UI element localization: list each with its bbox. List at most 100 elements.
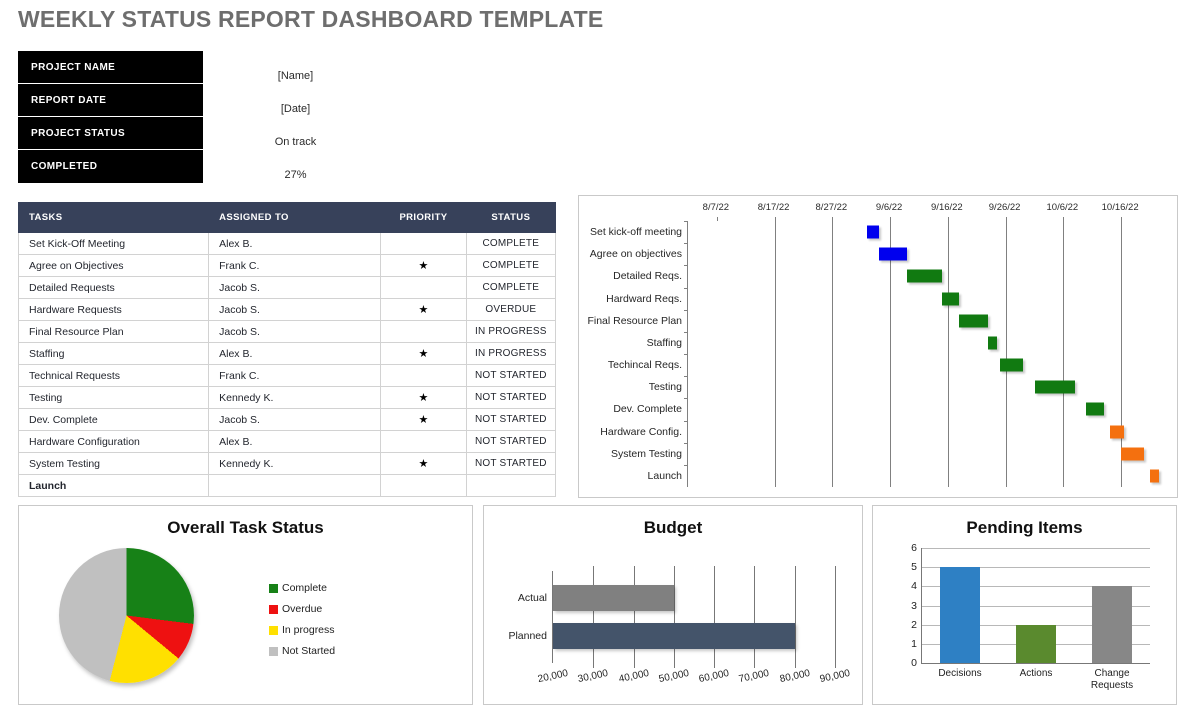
legend-swatch-icon: [269, 583, 278, 593]
cell-task: Hardware Configuration: [17, 430, 210, 453]
cell-task: Hardware Requests: [17, 298, 210, 321]
cell-assigned-to: Kennedy K.: [208, 386, 382, 409]
budget-chart-title: Budget: [643, 518, 703, 537]
column-header-assigned-to[interactable]: ASSIGNED TO: [208, 202, 382, 233]
status-badge: COMPLETE: [465, 232, 557, 255]
cell-assigned-to: Jacob S.: [208, 408, 382, 431]
table-row[interactable]: Testing Kennedy K. ★ NOT STARTED: [17, 386, 557, 409]
cell-priority: [380, 320, 467, 343]
table-row[interactable]: Set Kick-Off Meeting Alex B. COMPLETE: [17, 232, 557, 255]
table-row[interactable]: Dev. Complete Jacob S. ★ NOT STARTED: [17, 408, 557, 431]
table-row[interactable]: System Testing Kennedy K. ★ NOT STARTED: [17, 452, 557, 475]
gantt-axis-tick-label: 10/16/22: [1101, 202, 1139, 213]
gantt-row-label: Testing: [648, 381, 682, 394]
status-badge: NOT STARTED: [465, 364, 557, 387]
pending-bar: [940, 567, 980, 663]
priority-star-icon: ★: [380, 452, 467, 475]
gantt-axis-tick: [1063, 217, 1065, 221]
table-row[interactable]: Detailed Requests Jacob S. COMPLETE: [17, 276, 557, 299]
cell-task: Agree on Objectives: [17, 254, 210, 277]
pending-bar: [1092, 586, 1132, 663]
pending-category-label: Change Requests: [1090, 668, 1134, 691]
project-info-labels: PROJECT NAME REPORT DATE PROJECT STATUS COM…: [18, 51, 203, 183]
column-header-priority[interactable]: PRIORITY: [380, 202, 467, 233]
gantt-axis-tick-label: 9/16/22: [931, 202, 963, 213]
gantt-axis-dates: 8/7/22 8/17/22 8/27/22 9/6/22 9/16/22 9/26/22…: [687, 202, 1171, 218]
status-badge: COMPLETE: [465, 254, 557, 277]
priority-star-icon: ★: [380, 386, 467, 409]
gantt-row-label: Final Resource Plan: [587, 314, 682, 327]
pending-items-chart-panel: Pending Items 0 1 2 3 4 5 6 Decisions Actions Cha…: [872, 505, 1177, 705]
column-header-status[interactable]: STATUS: [465, 202, 557, 233]
status-badge: NOT STARTED: [465, 386, 557, 409]
status-badge: IN PROGRESS: [465, 342, 557, 365]
gantt-axis-tick: [832, 217, 834, 221]
info-value-1[interactable]: [Date]: [203, 84, 388, 117]
budget-axis-label: 20,000: [536, 667, 570, 686]
gantt-plot-area: Set kick-off meeting Agree on objectives D…: [587, 217, 1159, 487]
table-row[interactable]: Final Resource Plan Jacob S. IN PROGRESS: [17, 320, 557, 343]
gantt-gridline: [947, 221, 949, 487]
priority-star-icon: ★: [380, 298, 467, 321]
legend-label: Overdue: [282, 603, 323, 615]
gantt-row-label: Hardward Reqs.: [606, 292, 682, 305]
gantt-axis-tick-label: 8/27/22: [815, 202, 848, 213]
table-row[interactable]: Technical Requests Frank C. NOT STARTED: [17, 364, 557, 387]
legend-item: Not Started: [269, 645, 335, 657]
gantt-row-tick: [684, 398, 688, 400]
gantt-bar: [959, 314, 989, 328]
cell-priority: [380, 276, 467, 299]
pending-chart-title: Pending Items: [966, 518, 1083, 537]
pending-category-label: Actions: [1019, 668, 1053, 679]
gantt-row-tick: [684, 331, 688, 333]
gantt-bar: [867, 225, 879, 239]
gantt-axis-tick-label: 8/7/22: [702, 202, 730, 213]
info-value-2[interactable]: On track: [203, 117, 388, 150]
gantt-row-tick: [684, 354, 688, 355]
pending-category-label: Decisions: [938, 668, 982, 679]
budget-bar: [553, 623, 795, 649]
gantt-axis-tick: [716, 217, 718, 221]
table-row[interactable]: Staffing Alex B. ★ IN PROGRESS: [17, 342, 557, 365]
gantt-row-tick: [684, 442, 688, 444]
budget-axis-label: 70,000: [738, 667, 771, 686]
gantt-chart-panel: 8/7/22 8/17/22 8/27/22 9/6/22 9/16/22 9/26/22…: [578, 195, 1178, 498]
budget-category-label: Actual: [517, 592, 547, 604]
gantt-row-tick: [684, 243, 688, 245]
table-row[interactable]: Launch: [17, 474, 557, 497]
cell-task: Dev. Complete: [17, 408, 210, 431]
gantt-row-label: Detailed Reqs.: [613, 270, 682, 283]
table-row[interactable]: Hardware Configuration Alex B. NOT STARTED: [17, 430, 557, 453]
cell-task: Final Resource Plan: [17, 320, 210, 343]
status-badge: NOT STARTED: [465, 452, 557, 475]
priority-star-icon: ★: [380, 408, 467, 431]
budget-axis-label: 30,000: [577, 667, 610, 686]
gantt-axis-tick: [890, 217, 892, 221]
legend-label: Not Started: [282, 645, 336, 657]
tasks-table-head: TASKS ASSIGNED TO PRIORITY STATUS: [17, 202, 557, 233]
gantt-bar: [1121, 447, 1145, 461]
pending-bar: [1016, 624, 1056, 663]
status-badge: NOT STARTED: [465, 430, 557, 453]
table-row[interactable]: Hardware Requests Jacob S. ★ OVERDUE: [17, 298, 557, 321]
gantt-axis-tick-label: 9/26/22: [988, 202, 1021, 213]
cell-assigned-to: Frank C.: [208, 364, 382, 387]
budget-gridline: [714, 566, 716, 668]
gantt-bar: [1034, 380, 1075, 394]
table-row[interactable]: Agree on Objectives Frank C. ★ COMPLETE: [17, 254, 557, 277]
info-value-0[interactable]: [Name]: [203, 51, 388, 84]
column-header-tasks[interactable]: TASKS: [17, 202, 210, 233]
info-label-2: PROJECT STATUS: [18, 117, 203, 150]
pending-plot-area: 0 1 2 3 4 5 6 Decisions Actions Change Requests: [911, 542, 1150, 691]
cell-assigned-to: Alex B.: [208, 232, 382, 255]
cell-task: Testing: [17, 386, 210, 409]
gantt-axis-tick-label: 8/17/22: [757, 202, 790, 213]
priority-star-icon: ★: [380, 342, 467, 365]
legend-label: Complete: [282, 582, 327, 594]
info-value-3[interactable]: 27%: [203, 150, 388, 183]
gantt-row-label: Agree on objectives: [589, 248, 682, 261]
pending-gridline: [922, 548, 1150, 549]
gantt-row-tick: [684, 464, 688, 466]
gantt-bar: [878, 247, 908, 261]
budget-axis-label: 50,000: [657, 667, 690, 686]
